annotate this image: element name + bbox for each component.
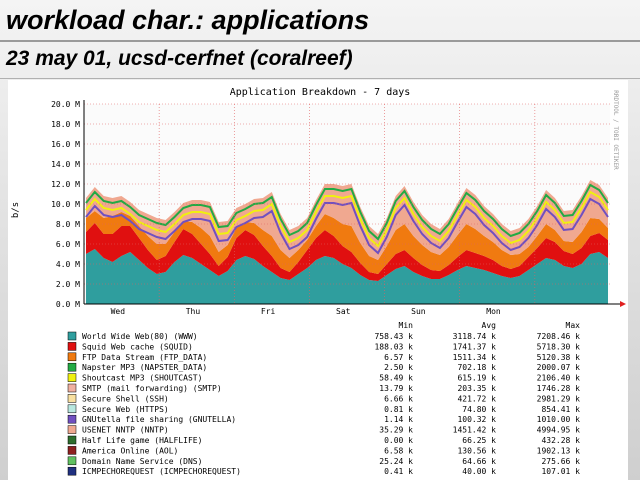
legend-label: GNUtella file sharing (GNUTELLA): [82, 415, 236, 424]
legend-swatch: [67, 362, 77, 372]
y-tick-label: 16.0 M: [51, 140, 80, 149]
y-tick-label: 2.0 M: [56, 280, 80, 289]
x-tick-label: Mon: [486, 307, 501, 316]
y-tick-label: 18.0 M: [51, 120, 80, 129]
legend-label: Secure Web (HTTPS): [82, 405, 169, 414]
x-tick-label: Thu: [186, 307, 201, 316]
legend-value: 1.14 k: [384, 415, 413, 424]
legend-value: 5718.30 k: [537, 342, 581, 351]
legend-value: 1902.13 k: [537, 446, 581, 455]
legend-swatch: [67, 342, 77, 351]
legend-swatch: [67, 435, 77, 445]
legend-swatch: [67, 331, 77, 341]
legend-value: 6.66 k: [384, 394, 413, 403]
legend-value: 1741.37 k: [453, 342, 497, 351]
legend-label: Shoutcast MP3 (SHOUTCAST): [82, 374, 202, 383]
legend-label: FTP Data Stream (FTP_DATA): [82, 353, 207, 362]
y-tick-label: 6.0 M: [56, 240, 80, 249]
legend-swatch: [67, 466, 77, 476]
legend-value: 2000.07 k: [537, 363, 581, 372]
legend-value: 615.19 k: [457, 374, 496, 383]
chart-title: Application Breakdown - 7 days: [230, 87, 411, 98]
legend-label: ICMPECHOREQUEST (ICMPECHOREQUEST): [82, 467, 241, 476]
legend-swatch: [67, 383, 77, 393]
legend-value: 432.28 k: [541, 436, 580, 445]
legend-value: 7208.46 k: [537, 332, 581, 341]
legend-value: 203.35 k: [457, 384, 496, 393]
legend-value: 2.50 k: [384, 363, 413, 372]
rrdtool-watermark: RRDTOOL / TOBI OETIKER: [612, 90, 619, 170]
legend-value: 758.43 k: [374, 332, 413, 341]
legend-swatch: [67, 352, 77, 362]
legend-swatch: [67, 404, 77, 414]
legend-value: 64.66 k: [462, 457, 496, 466]
legend-label: Squid Web cache (SQUID): [82, 342, 193, 351]
legend-label: America Online (AOL): [82, 446, 178, 455]
legend-value: 58.49 k: [379, 374, 413, 383]
y-tick-label: 0.0 M: [56, 300, 80, 309]
legend-value: 35.29 k: [379, 426, 413, 435]
legend-value: 3118.74 k: [453, 332, 497, 341]
legend-swatch: [67, 456, 77, 466]
legend-header: Avg: [482, 321, 497, 330]
legend-swatch: [67, 414, 77, 424]
legend-label: Half Life game (HALFLIFE): [82, 436, 202, 445]
y-tick-label: 10.0 M: [51, 200, 80, 209]
legend-swatch: [67, 446, 77, 455]
legend-value: 0.81 k: [384, 405, 413, 414]
legend-value: 421.72 k: [457, 394, 496, 403]
legend-value: 1746.28 k: [537, 384, 581, 393]
legend-value: 1451.42 k: [453, 426, 497, 435]
legend-value: 6.57 k: [384, 353, 413, 362]
legend-label: Napster MP3 (NAPSTER_DATA): [82, 363, 207, 372]
legend-value: 6.58 k: [384, 446, 413, 455]
legend-value: 702.18 k: [457, 363, 496, 372]
legend-value: 107.01 k: [541, 467, 580, 476]
legend-label: USENET NNTP (NNTP): [82, 426, 169, 435]
legend-value: 4994.95 k: [537, 426, 581, 435]
legend-value: 854.41 k: [541, 405, 580, 414]
x-tick-label: Fri: [261, 307, 276, 316]
legend-value: 40.00 k: [462, 467, 496, 476]
x-tick-label: Sun: [411, 307, 426, 316]
legend-header: Max: [566, 321, 581, 330]
y-tick-label: 12.0 M: [51, 180, 80, 189]
legend-value: 130.56 k: [457, 446, 496, 455]
legend-value: 5120.38 k: [537, 353, 581, 362]
slide-title: workload char.: applications: [6, 5, 370, 35]
legend-value: 275.66 k: [541, 457, 580, 466]
subtitle-divider: [0, 78, 640, 79]
legend-value: 0.00 k: [384, 436, 413, 445]
legend-value: 1511.34 k: [453, 353, 497, 362]
legend-swatch: [67, 425, 77, 434]
slide-subtitle: 23 may 01, ucsd-cerfnet (coralreef): [6, 47, 353, 70]
legend-value: 2981.29 k: [537, 394, 581, 403]
legend-value: 25.24 k: [379, 457, 413, 466]
legend-value: 66.25 k: [462, 436, 496, 445]
legend-value: 2106.40 k: [537, 374, 581, 383]
legend-value: 13.79 k: [379, 384, 413, 393]
y-tick-label: 4.0 M: [56, 260, 80, 269]
legend-swatch: [67, 394, 77, 403]
legend-label: World Wide Web(80) (WWW): [82, 332, 198, 341]
y-tick-label: 20.0 M: [51, 100, 80, 109]
chart-figure: Application Breakdown - 7 days b/s RRDTO…: [8, 80, 628, 480]
legend-value: 74.80 k: [462, 405, 496, 414]
y-tick-label: 8.0 M: [56, 220, 80, 229]
legend-value: 0.41 k: [384, 467, 413, 476]
legend-header: Min: [399, 321, 414, 330]
legend-value: 188.03 k: [374, 342, 413, 351]
x-tick-label: Wed: [111, 307, 126, 316]
application-breakdown-chart: Application Breakdown - 7 days b/s RRDTO…: [8, 80, 628, 480]
legend-value: 100.32 k: [457, 415, 496, 424]
legend-label: Secure Shell (SSH): [82, 394, 169, 403]
y-axis-label: b/s: [11, 202, 21, 218]
legend-swatch: [67, 373, 77, 382]
legend-label: SMTP (mail forwarding) (SMTP): [82, 384, 222, 393]
title-divider: [0, 40, 640, 42]
y-tick-label: 14.0 M: [51, 160, 80, 169]
legend-value: 1010.00 k: [537, 415, 581, 424]
legend-label: Domain Name Service (DNS): [82, 457, 202, 466]
x-tick-label: Sat: [336, 307, 351, 316]
